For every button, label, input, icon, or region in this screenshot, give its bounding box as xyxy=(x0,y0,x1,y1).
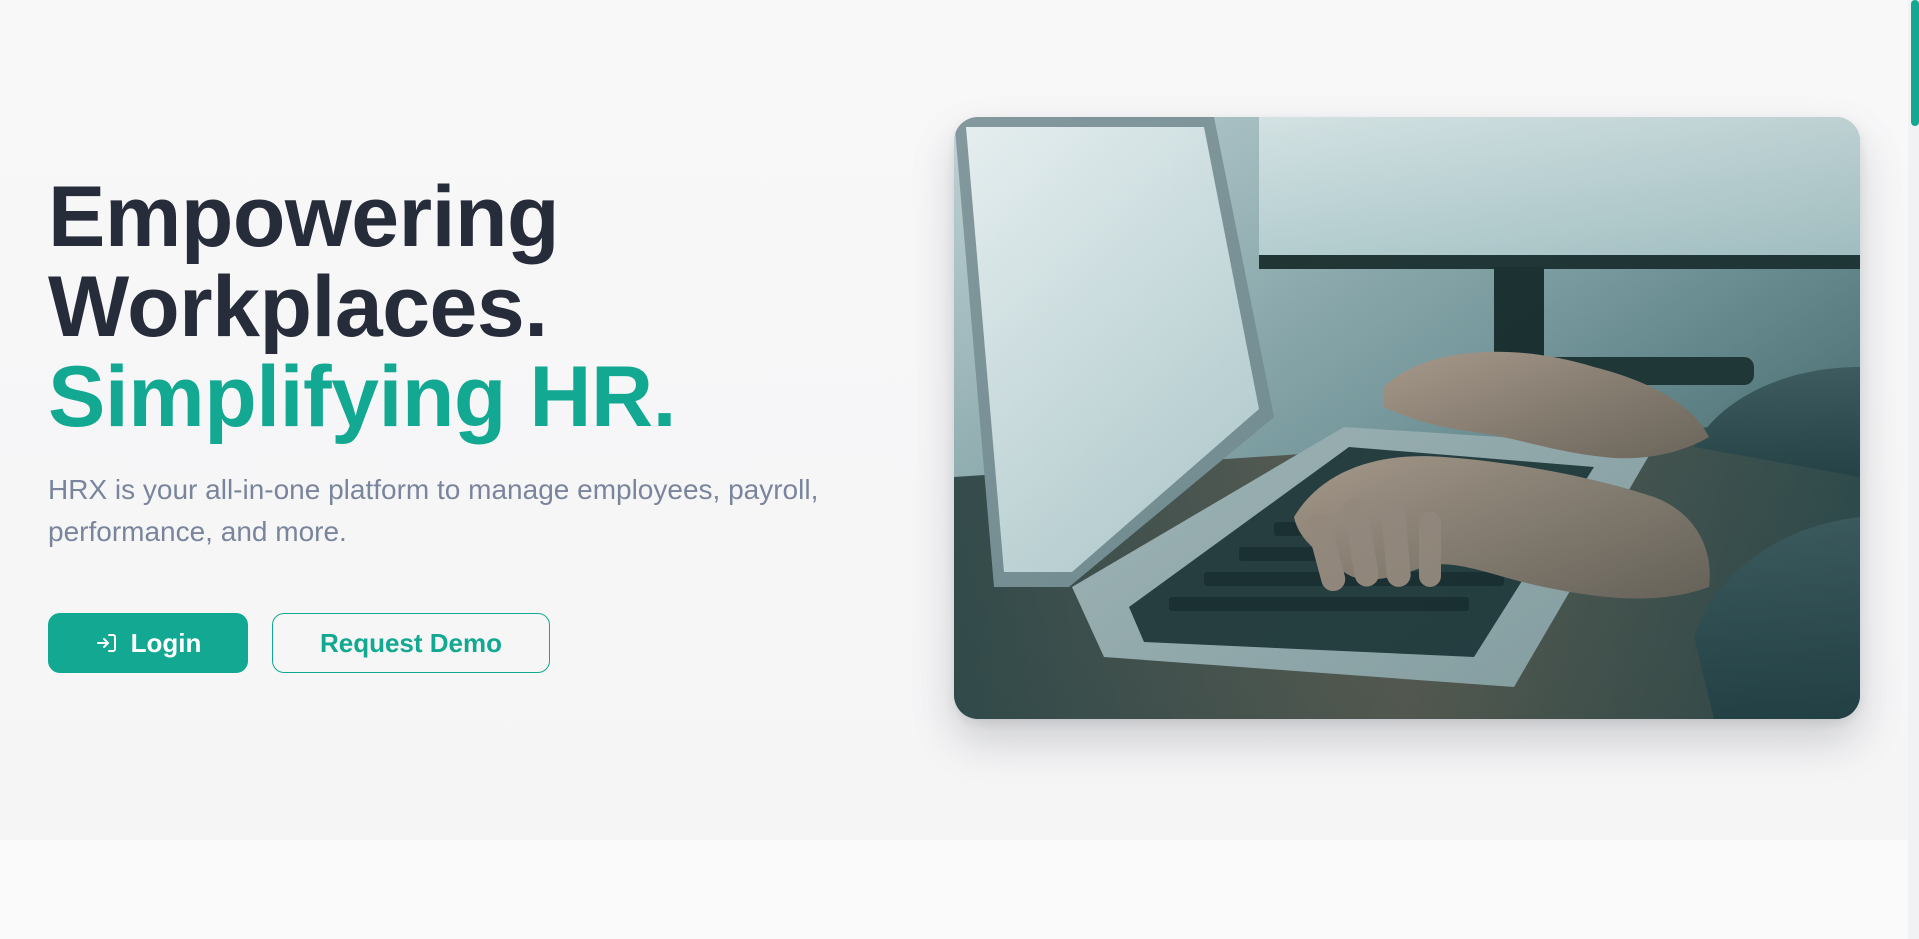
login-button[interactable]: Login xyxy=(48,613,248,673)
landing-page: Empowering Workplaces. Simplifying HR. H… xyxy=(0,0,1919,939)
headline-line-1: Empowering xyxy=(48,169,560,265)
scrollbar[interactable] xyxy=(1908,0,1919,939)
hero-image xyxy=(954,117,1860,719)
request-demo-button[interactable]: Request Demo xyxy=(272,613,550,673)
headline-line-2: Workplaces. xyxy=(48,259,548,355)
next-section xyxy=(0,840,1908,939)
laptop-typing-illustration xyxy=(954,117,1860,719)
hero-subtitle: HRX is your all-in-one platform to manag… xyxy=(48,474,819,547)
request-demo-label: Request Demo xyxy=(319,627,503,658)
hero-headline: Empowering Workplaces. Simplifying HR. xyxy=(48,172,676,442)
login-button-label: Login xyxy=(130,627,202,658)
scrollbar-thumb[interactable] xyxy=(1911,0,1919,126)
headline-accent: Simplifying HR. xyxy=(48,349,676,445)
login-arrow-icon xyxy=(95,631,119,655)
